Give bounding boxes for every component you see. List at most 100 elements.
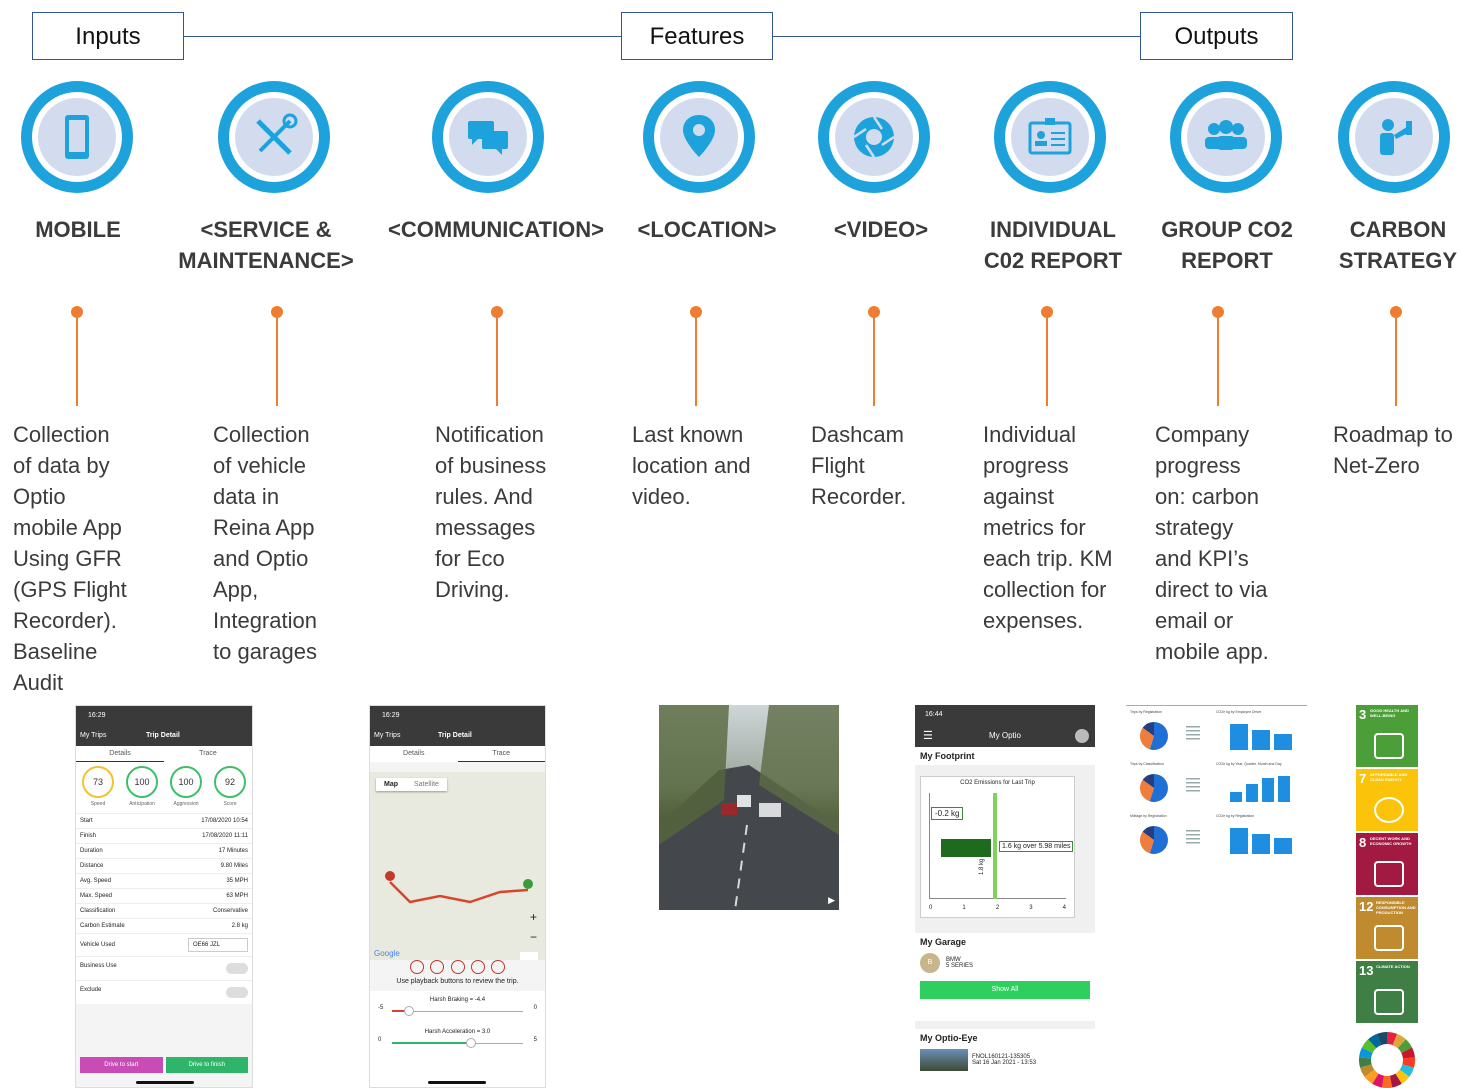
acceleration-label: Harsh Acceleration = 3.0 (424, 1029, 491, 1035)
location-pin-icon (683, 115, 715, 157)
row-value: 17 Minutes (218, 848, 248, 854)
clip-date: Sat 16 Jan 2021 - 13:53 (972, 1060, 1037, 1066)
row-label: Avg. Speed (80, 878, 111, 884)
feature-title-location: <LOCATION> (637, 217, 777, 242)
business-use-toggle[interactable] (226, 963, 248, 974)
bar (1274, 838, 1292, 854)
row-label: Max. Speed (80, 893, 113, 899)
exclude-toggle[interactable] (226, 987, 248, 998)
pause-button[interactable] (450, 960, 465, 974)
target-line (993, 793, 997, 899)
legend-entry (1186, 730, 1200, 732)
presenter-icon (1380, 119, 1412, 155)
zoom-out-icon[interactable]: − (530, 930, 537, 944)
header-connector-right (772, 36, 1141, 37)
connector-line (873, 314, 875, 406)
braking-min: -5 (378, 1005, 384, 1011)
bar (1230, 724, 1248, 750)
description-mobile: Collection of data by Optio mobile App U… (13, 422, 127, 695)
chat-bubbles-icon (468, 121, 508, 155)
sdg-goals: 3 GOOD HEALTH AND WELL-BEING 7 AFFORDABLE A… (1356, 705, 1418, 1025)
trip-detail-row: Max. Speed 63 MPH (76, 888, 252, 903)
sdg-goal-icon (1374, 797, 1404, 823)
features-header: Features (621, 12, 773, 60)
sdg-goal-tile: 13 CLIMATE ACTION (1356, 961, 1418, 1023)
nav-bar: My Trips Trip Detail (370, 726, 545, 746)
inputs-header: Inputs (32, 12, 184, 60)
bar (1230, 828, 1248, 854)
legend-entry (1186, 778, 1200, 780)
description-communication: Notification of business rules. And mess… (435, 422, 547, 602)
description-group: Company progress on: carbon strategy and… (1155, 422, 1269, 664)
description-video: Dashcam Flight Recorder. (811, 422, 907, 509)
profile-avatar[interactable] (1075, 729, 1089, 743)
play-button[interactable] (430, 960, 445, 974)
volume-icon[interactable]: ▶ (828, 895, 835, 906)
feature-title-individual: INDIVIDUAL C02 REPORT (983, 217, 1123, 273)
playback-hint: Use playback buttons to review the trip. (396, 978, 519, 985)
accel-min: 0 (378, 1037, 382, 1043)
tab-trace[interactable]: Trace (457, 746, 545, 762)
gauge-value: 100 (170, 766, 202, 798)
bar-chart-panel: CO2e kg by Registration (1216, 814, 1304, 861)
accel-max: 5 (533, 1037, 537, 1043)
back-button[interactable]: My Trips (80, 726, 106, 746)
google-logo: Google (374, 949, 400, 958)
dashcam-video-frame[interactable]: ▶ (659, 705, 839, 910)
sdg-wheel-icon (1359, 1032, 1415, 1088)
sdg-goal-icon (1374, 733, 1404, 759)
back-button[interactable]: My Trips (374, 726, 400, 746)
drive-to-start-button[interactable]: Drive to start (80, 1057, 163, 1073)
trip-detail-row: Avg. Speed 35 MPH (76, 873, 252, 888)
my-optio-screenshot: 16:44 ☰ My Optio My Footprint CO2 Emissi… (915, 705, 1095, 1088)
tick-0: 0 (929, 905, 933, 911)
clip-thumbnail[interactable] (920, 1049, 968, 1071)
sdg-label: DECENT WORK AND ECONOMIC GROWTH (1370, 836, 1412, 846)
tab-details[interactable]: Details (370, 746, 458, 762)
bar-chart-panel: CO2e kg by Year, Quarter, Month and Day (1216, 762, 1304, 812)
score-gauge: 100 Aggression (170, 766, 202, 807)
description-service: Collection of vehicle data in Reina App … (213, 422, 317, 664)
mobile-circle (21, 81, 133, 193)
row-label: Finish (80, 833, 97, 839)
tab-details[interactable]: Details (76, 746, 164, 762)
route-map[interactable]: Map Satellite Google + − (370, 772, 545, 960)
sdg-label: AFFORDABLE AND CLEAN ENERGY (1370, 772, 1408, 782)
forward-button[interactable] (470, 960, 485, 974)
show-all-button[interactable]: Show All (920, 981, 1090, 999)
zoom-in-icon[interactable]: + (530, 910, 537, 924)
trip-trace-screenshot: 16:29 My Trips Trip Detail Details Trace… (369, 705, 546, 1088)
drive-to-finish-button[interactable]: Drive to finish (165, 1057, 248, 1073)
row-label: Carbon Estimate (80, 923, 125, 929)
sdg-goal-icon (1374, 925, 1404, 951)
legend-entry (1186, 790, 1200, 792)
feature-title-group: GROUP CO2 REPORT (1161, 217, 1293, 273)
gauge-value: 100 (126, 766, 158, 798)
legend-entry (1186, 830, 1200, 832)
gauge-value: 73 (82, 766, 114, 798)
screen-title: Trip Detail (146, 732, 180, 739)
stop-button[interactable] (491, 960, 506, 974)
bar (1252, 834, 1270, 854)
rewind-button[interactable] (409, 960, 424, 974)
app-title: My Optio (988, 731, 1021, 740)
braking-handle[interactable] (404, 1006, 414, 1016)
car-avatar: B (920, 953, 940, 973)
vehicle-used-field[interactable]: OE66 JZL (188, 938, 248, 952)
bar (1262, 778, 1274, 802)
communication-circle (432, 81, 544, 193)
tab-trace[interactable]: Trace (164, 746, 252, 762)
feature-title-mobile: MOBILE (35, 217, 121, 242)
trip-detail-row: Distance 9.80 Miles (76, 858, 252, 873)
row-label: Duration (80, 848, 103, 854)
sdg-goal-tile: 8 DECENT WORK AND ECONOMIC GROWTH (1356, 833, 1418, 895)
gauge-label: Aggression (173, 801, 199, 807)
score-gauge: 73 Speed (82, 766, 114, 807)
tick-1: 1 (962, 905, 966, 911)
description-location: Last known location and video. (632, 422, 751, 509)
connector-line (496, 314, 498, 406)
row-value: 35 MPH (226, 878, 248, 884)
accel-handle[interactable] (466, 1038, 476, 1048)
gauge-label: Speed (90, 801, 106, 807)
sdg-goal-tile: 12 RESPONSIBLE CONSUMPTION AND PRODUCTION (1356, 897, 1418, 959)
